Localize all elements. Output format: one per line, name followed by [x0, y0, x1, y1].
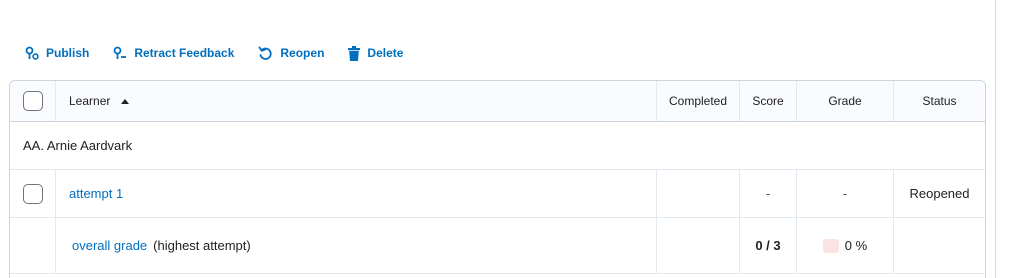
attempt-status: Reopened	[893, 170, 985, 217]
overall-grade-row: overall grade (highest attempt) 0 / 3 0 …	[10, 218, 985, 274]
learner-group-row: AA. Arnie Aardvark	[10, 122, 985, 170]
attempt-score-value: -	[765, 186, 771, 201]
overall-completed	[656, 218, 739, 273]
status-badge: Reopened	[909, 186, 970, 201]
retract-icon	[113, 46, 127, 59]
completed-header-label: Completed	[668, 94, 728, 108]
attempt-grade: -	[796, 170, 893, 217]
overall-grade-link[interactable]: overall grade	[72, 238, 147, 253]
delete-button[interactable]: Delete	[348, 45, 404, 61]
attempt-score: -	[739, 170, 796, 217]
status-header-label: Status	[922, 94, 957, 108]
attempt-select-cell	[10, 170, 55, 217]
reopen-icon	[258, 46, 273, 60]
overall-score-value: 0 / 3	[755, 238, 781, 253]
publish-label: Publish	[46, 46, 90, 60]
trash-icon	[348, 45, 361, 61]
attempt-grade-value: -	[842, 186, 848, 201]
score-header-label: Score	[752, 94, 784, 108]
table-row: attempt 1 - - Reopened	[10, 170, 985, 218]
attempt-completed	[656, 170, 739, 217]
attempt-cell: attempt 1	[55, 170, 656, 217]
overall-spacer-cell	[10, 218, 55, 273]
publish-icon	[25, 46, 39, 60]
grade-indicator-swatch	[822, 238, 839, 253]
learner-header-label: Learner	[69, 94, 111, 108]
overall-label-cell: overall grade (highest attempt)	[55, 218, 656, 273]
retract-feedback-button[interactable]: Retract Feedback	[113, 46, 234, 60]
table-header-row: Learner Completed Score Grade Status	[10, 81, 985, 122]
learner-name: AA. Arnie Aardvark	[23, 138, 133, 153]
overall-grade: 0 %	[796, 218, 893, 273]
panel-right-border	[995, 0, 996, 278]
grade-header-label: Grade	[828, 94, 862, 108]
publish-button[interactable]: Publish	[25, 46, 89, 60]
attempt-checkbox[interactable]	[22, 183, 43, 204]
header-grade: Grade	[796, 81, 893, 121]
header-learner[interactable]: Learner	[55, 81, 656, 121]
header-score: Score	[739, 81, 796, 121]
reopen-button[interactable]: Reopen	[258, 46, 324, 61]
reopen-label: Reopen	[280, 46, 325, 60]
sort-ascending-icon	[121, 98, 130, 104]
overall-status	[893, 218, 985, 273]
overall-grade-value: 0 %	[844, 238, 868, 253]
retract-feedback-label: Retract Feedback	[134, 46, 235, 60]
header-completed: Completed	[656, 81, 739, 121]
overall-score: 0 / 3	[739, 218, 796, 273]
header-select-cell	[10, 81, 55, 121]
overall-grade-note: (highest attempt)	[153, 238, 251, 253]
delete-label: Delete	[367, 46, 404, 60]
attempt-link[interactable]: attempt 1	[69, 186, 123, 201]
header-status: Status	[893, 81, 985, 121]
action-toolbar: Publish Retract Feedback Reopen Delete	[25, 44, 427, 62]
attempts-grid: Learner Completed Score Grade Status AA.…	[9, 80, 986, 278]
select-all-checkbox[interactable]	[22, 91, 43, 111]
